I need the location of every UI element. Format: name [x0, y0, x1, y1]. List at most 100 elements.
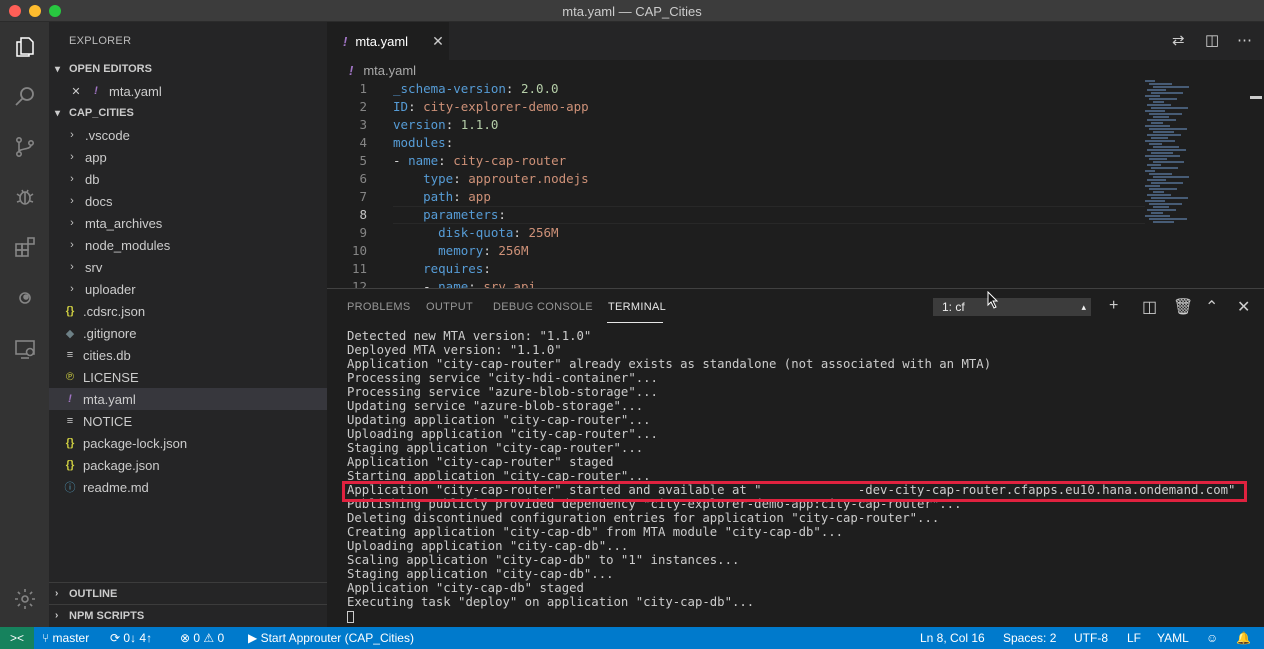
folder-item[interactable]: › .vscode: [49, 124, 327, 146]
highlight-annotation-box: [342, 481, 1247, 502]
file-item-selected[interactable]: ! mta.yaml: [49, 388, 327, 410]
code-line[interactable]: 4 modules:: [327, 134, 1147, 152]
folder-item[interactable]: › uploader: [49, 278, 327, 300]
minimap-line: [1149, 83, 1172, 85]
search-icon[interactable]: [10, 82, 40, 112]
title-bar: mta.yaml — CAP_Cities: [0, 0, 1264, 22]
remote-indicator-icon[interactable]: ><: [0, 627, 34, 649]
file-item[interactable]: ⓘ readme.md: [49, 476, 327, 498]
chevron-right-icon: ›: [70, 195, 74, 207]
maximize-panel-icon[interactable]: ⌃: [1205, 297, 1218, 317]
outline-header[interactable]: › OUTLINE: [49, 582, 327, 604]
eol-status[interactable]: LF: [1127, 631, 1141, 645]
code-line[interactable]: 8 parameters:: [327, 206, 1147, 224]
minimap-line: [1149, 113, 1182, 115]
folder-item[interactable]: › docs: [49, 190, 327, 212]
open-editor-item[interactable]: ✕ ! mta.yaml: [49, 80, 327, 102]
close-icon[interactable]: ✕: [69, 85, 83, 98]
minimap-line: [1145, 140, 1175, 142]
more-actions-icon[interactable]: ⋯: [1237, 31, 1252, 49]
code-line[interactable]: 10 memory: 256M: [327, 242, 1147, 260]
code-line[interactable]: 3 version: 1.1.0: [327, 116, 1147, 134]
code-editor[interactable]: 1 _schema-version: 2.0.0 2 ID: city-explore…: [327, 80, 1264, 288]
minimap-line: [1153, 206, 1169, 208]
new-terminal-icon[interactable]: +: [1109, 297, 1118, 315]
minimap-line: [1147, 149, 1186, 151]
source-control-icon[interactable]: [10, 132, 40, 162]
extensions-icon[interactable]: [10, 232, 40, 262]
remote-explorer-icon[interactable]: [10, 334, 40, 364]
folder-item[interactable]: › db: [49, 168, 327, 190]
code-text: ID: city-explorer-demo-app: [393, 99, 589, 114]
file-item[interactable]: {} package.json: [49, 454, 327, 476]
code-line[interactable]: 12 - name: srv_api: [327, 278, 1147, 288]
breadcrumb[interactable]: ! mta.yaml: [327, 60, 1264, 80]
cursor-position[interactable]: Ln 8, Col 16: [920, 631, 985, 645]
mouse-pointer-icon: [987, 291, 999, 309]
terminal-line: Uploading application "city-cap-db"...: [347, 539, 629, 553]
split-editor-icon[interactable]: ◫: [1205, 31, 1219, 49]
debug-icon[interactable]: [10, 182, 40, 212]
json-file-icon: {}: [65, 305, 75, 317]
terminal-output[interactable]: Detected new MTA version: "1.1.0" Deploye…: [347, 329, 1247, 623]
folder-item[interactable]: › app: [49, 146, 327, 168]
project-header[interactable]: ▾ CAP_CITIES: [49, 102, 327, 124]
file-item[interactable]: {} .cdsrc.json: [49, 300, 327, 322]
scrollbar[interactable]: [1250, 96, 1262, 99]
problems-status[interactable]: ⊗ 0 ⚠ 0: [180, 631, 224, 645]
active-tab-indicator: [607, 322, 663, 323]
warning-icon: ⚠: [200, 631, 218, 645]
terminal-select[interactable]: 1: cf ▴: [933, 298, 1091, 316]
code-line[interactable]: 1 _schema-version: 2.0.0: [327, 80, 1147, 98]
feedback-smiley-icon[interactable]: ☺: [1206, 631, 1218, 645]
minimap[interactable]: [1145, 80, 1255, 230]
trash-icon[interactable]: 🗑: [1173, 297, 1193, 317]
tab-problems[interactable]: PROBLEMS: [347, 301, 411, 313]
explorer-sidebar: EXPLORER ▾ OPEN EDITORS ✕ ! mta.yaml ▾ C…: [49, 22, 327, 627]
minimap-line: [1153, 191, 1164, 193]
code-line[interactable]: 6 type: approuter.nodejs: [327, 170, 1147, 188]
close-tab-icon[interactable]: ✕: [432, 33, 444, 50]
folder-item[interactable]: › mta_archives: [49, 212, 327, 234]
indentation-status[interactable]: Spaces: 2: [1003, 631, 1056, 645]
file-item[interactable]: ≡ NOTICE: [49, 410, 327, 432]
branch-status[interactable]: ⑂ master: [42, 631, 89, 645]
cloud-foundry-icon[interactable]: [10, 282, 40, 312]
explorer-icon[interactable]: [10, 32, 40, 62]
editor-tab-mta-yaml[interactable]: ! mta.yaml ✕: [327, 22, 449, 60]
code-line[interactable]: 9 disk-quota: 256M: [327, 224, 1147, 242]
line-number: 2: [359, 99, 367, 114]
settings-gear-icon[interactable]: [10, 584, 40, 614]
terminal-line: Application "city-cap-router" staged: [347, 455, 614, 469]
tab-terminal[interactable]: TERMINAL: [608, 301, 666, 313]
code-line[interactable]: 5 - name: city-cap-router: [327, 152, 1147, 170]
open-changes-icon[interactable]: ⇄: [1172, 31, 1185, 49]
encoding-status[interactable]: UTF-8: [1074, 631, 1108, 645]
file-item[interactable]: {} package-lock.json: [49, 432, 327, 454]
file-item[interactable]: ≡ cities.db: [49, 344, 327, 366]
code-line[interactable]: 2 ID: city-explorer-demo-app: [327, 98, 1147, 116]
folder-item[interactable]: › node_modules: [49, 234, 327, 256]
minimap-line: [1149, 143, 1162, 145]
code-line[interactable]: 11 requires:: [327, 260, 1147, 278]
minimap-line: [1145, 125, 1170, 127]
tab-debug-console[interactable]: DEBUG CONSOLE: [493, 301, 593, 313]
language-mode[interactable]: YAML: [1157, 631, 1189, 645]
file-item[interactable]: ℗ LICENSE: [49, 366, 327, 388]
status-bar: >< ⑂ master ⟳ 0↓ 4↑ ⊗ 0 ⚠ 0 ▶ Start Appr…: [0, 627, 1264, 649]
sync-status[interactable]: ⟳ 0↓ 4↑: [110, 631, 152, 645]
terminal-cursor-line: [347, 609, 1247, 623]
notifications-bell-icon[interactable]: 🔔: [1236, 631, 1251, 645]
folder-item[interactable]: › srv: [49, 256, 327, 278]
code-line[interactable]: 7 path: app: [327, 188, 1147, 206]
file-item[interactable]: ◆ .gitignore: [49, 322, 327, 344]
chevron-down-icon: ▾: [55, 63, 61, 75]
open-editors-header[interactable]: ▾ OPEN EDITORS: [49, 58, 327, 80]
minimap-line: [1145, 110, 1165, 112]
launch-status[interactable]: ▶ Start Approuter (CAP_Cities): [248, 631, 414, 645]
close-panel-icon[interactable]: ✕: [1237, 297, 1250, 317]
npm-scripts-header[interactable]: › NPM SCRIPTS: [49, 604, 327, 626]
split-terminal-icon[interactable]: ◫: [1142, 297, 1157, 317]
minimap-line: [1147, 179, 1166, 181]
tab-output[interactable]: OUTPUT: [426, 301, 473, 313]
